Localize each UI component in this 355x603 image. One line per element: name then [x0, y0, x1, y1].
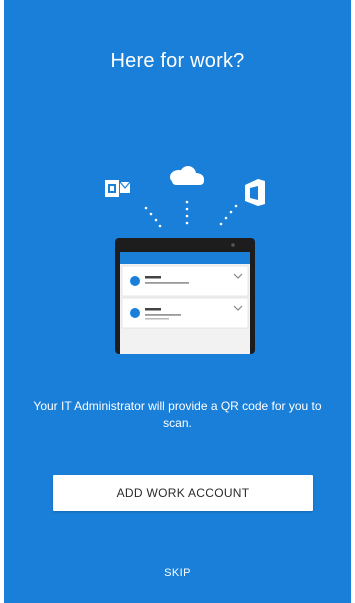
- outlook-icon: [105, 180, 131, 197]
- work-apps-illustration: [105, 166, 265, 354]
- add-work-account-button[interactable]: ADD WORK ACCOUNT: [53, 475, 313, 511]
- office-icon: [245, 179, 265, 206]
- qr-code-instructions: Your IT Administrator will provide a QR …: [33, 399, 322, 430]
- skip-link[interactable]: SKIP: [4, 567, 351, 579]
- sync-dots: [144, 200, 238, 228]
- onboarding-screen: Here for work? Your IT Administrator wil…: [4, 0, 351, 603]
- page-title: Here for work?: [110, 50, 245, 72]
- tablet-device: [115, 238, 255, 354]
- onedrive-cloud-icon: [170, 166, 204, 185]
